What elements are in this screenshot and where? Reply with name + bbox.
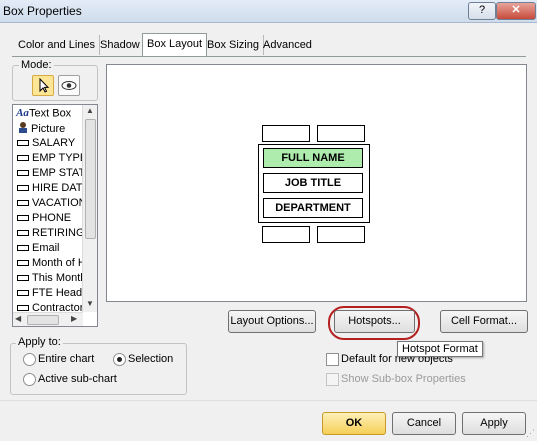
- tab-shadow[interactable]: Shadow: [96, 35, 145, 55]
- tab-color-and-lines[interactable]: Color and Lines: [14, 35, 101, 55]
- list-item[interactable]: Email: [16, 241, 60, 256]
- list-item[interactable]: HIRE DATE: [16, 181, 90, 196]
- field-icon: [17, 185, 29, 192]
- field-icon: [17, 290, 29, 297]
- hotspot-format-tooltip: Hotspot Format: [397, 341, 483, 357]
- active-sub-chart-label: Active sub-chart: [38, 373, 117, 385]
- field-list[interactable]: AaText Box Picture SALARY EMP TYPE EMP S…: [12, 104, 98, 327]
- field-list-vertical-scrollbar[interactable]: ▲ ▼: [82, 105, 97, 312]
- field-icon: [17, 230, 29, 237]
- help-button[interactable]: ?: [468, 2, 496, 20]
- tab-panel-border: [12, 56, 526, 57]
- title-bar: Box Properties ? ✕: [0, 0, 537, 23]
- list-item[interactable]: RETIRING: [16, 226, 85, 241]
- sub-box-top-left[interactable]: [262, 125, 310, 142]
- field-icon: [17, 260, 29, 267]
- main-box[interactable]: FULL NAME JOB TITLE DEPARTMENT: [258, 144, 370, 223]
- text-box-icon: Aa: [16, 107, 29, 119]
- mode-label: Mode:: [19, 59, 54, 71]
- horizontal-scroll-thumb[interactable]: [27, 315, 59, 325]
- field-icon: [17, 200, 29, 207]
- show-subbox-checkbox: [326, 373, 339, 386]
- preview-mode-button[interactable]: [58, 75, 80, 96]
- close-button[interactable]: ✕: [496, 2, 536, 20]
- list-item[interactable]: This Month: [16, 271, 86, 286]
- scroll-down-icon[interactable]: ▼: [86, 299, 94, 308]
- field-icon: [17, 155, 29, 162]
- selection-radio[interactable]: [113, 353, 126, 366]
- hotspots-button[interactable]: Hotspots...: [334, 310, 415, 333]
- apply-to-group: Apply to: Entire chart Selection Active …: [10, 336, 187, 395]
- eye-icon: [61, 81, 77, 90]
- window-title: Box Properties: [3, 4, 82, 18]
- vertical-scroll-thumb[interactable]: [85, 119, 96, 239]
- layout-field-department[interactable]: DEPARTMENT: [263, 198, 363, 218]
- sub-box-bottom-right[interactable]: [317, 226, 365, 243]
- list-item[interactable]: EMP TYPE: [16, 151, 87, 166]
- sub-box-top-right[interactable]: [317, 125, 365, 142]
- pointer-mode-button[interactable]: [32, 75, 54, 96]
- tab-box-layout[interactable]: Box Layout: [142, 33, 208, 56]
- tab-advanced[interactable]: Advanced: [259, 35, 316, 55]
- list-item[interactable]: FTE Headc: [16, 286, 88, 301]
- list-item[interactable]: Month of Hi: [16, 256, 88, 271]
- mode-group: Mode:: [12, 59, 98, 101]
- list-item[interactable]: EMP STAT: [16, 166, 85, 181]
- layout-options-button[interactable]: Layout Options...: [228, 310, 316, 333]
- list-item[interactable]: VACATION: [16, 196, 87, 211]
- scroll-left-icon[interactable]: ◀: [15, 314, 21, 323]
- show-subbox-label: Show Sub-box Properties: [341, 373, 466, 385]
- field-icon: [17, 140, 29, 147]
- sub-box-bottom-left[interactable]: [262, 226, 310, 243]
- field-icon: [17, 275, 29, 282]
- field-icon: [17, 305, 29, 312]
- field-icon: [17, 215, 29, 222]
- tab-box-sizing[interactable]: Box Sizing: [203, 35, 264, 55]
- default-new-objects-checkbox[interactable]: [326, 353, 339, 366]
- cancel-button[interactable]: Cancel: [392, 412, 456, 435]
- pointer-icon: [39, 77, 50, 93]
- dialog-button-bar: OK Cancel Apply ⋰: [0, 400, 537, 441]
- cell-format-button[interactable]: Cell Format...: [440, 310, 528, 333]
- ok-button[interactable]: OK: [322, 412, 386, 435]
- apply-button[interactable]: Apply: [462, 412, 526, 435]
- list-item[interactable]: Picture: [16, 121, 65, 136]
- field-list-horizontal-scrollbar[interactable]: ◀ ▶: [13, 312, 83, 326]
- list-item[interactable]: SALARY: [16, 136, 75, 151]
- layout-field-job-title[interactable]: JOB TITLE: [263, 173, 363, 193]
- layout-field-full-name[interactable]: FULL NAME: [263, 148, 363, 168]
- scroll-right-icon[interactable]: ▶: [71, 314, 77, 323]
- field-icon: [17, 245, 29, 252]
- entire-chart-label: Entire chart: [38, 353, 95, 365]
- box-layout-canvas[interactable]: FULL NAME JOB TITLE DEPARTMENT: [106, 64, 527, 302]
- list-item[interactable]: AaText Box: [16, 106, 71, 121]
- selection-label: Selection: [128, 353, 174, 365]
- resize-grip-icon[interactable]: ⋰: [526, 428, 535, 439]
- field-icon: [17, 170, 29, 177]
- active-sub-chart-radio[interactable]: [23, 373, 36, 386]
- list-item[interactable]: PHONE: [16, 211, 71, 226]
- scroll-up-icon[interactable]: ▲: [86, 106, 94, 115]
- entire-chart-radio[interactable]: [23, 353, 36, 366]
- apply-to-label: Apply to:: [16, 336, 63, 348]
